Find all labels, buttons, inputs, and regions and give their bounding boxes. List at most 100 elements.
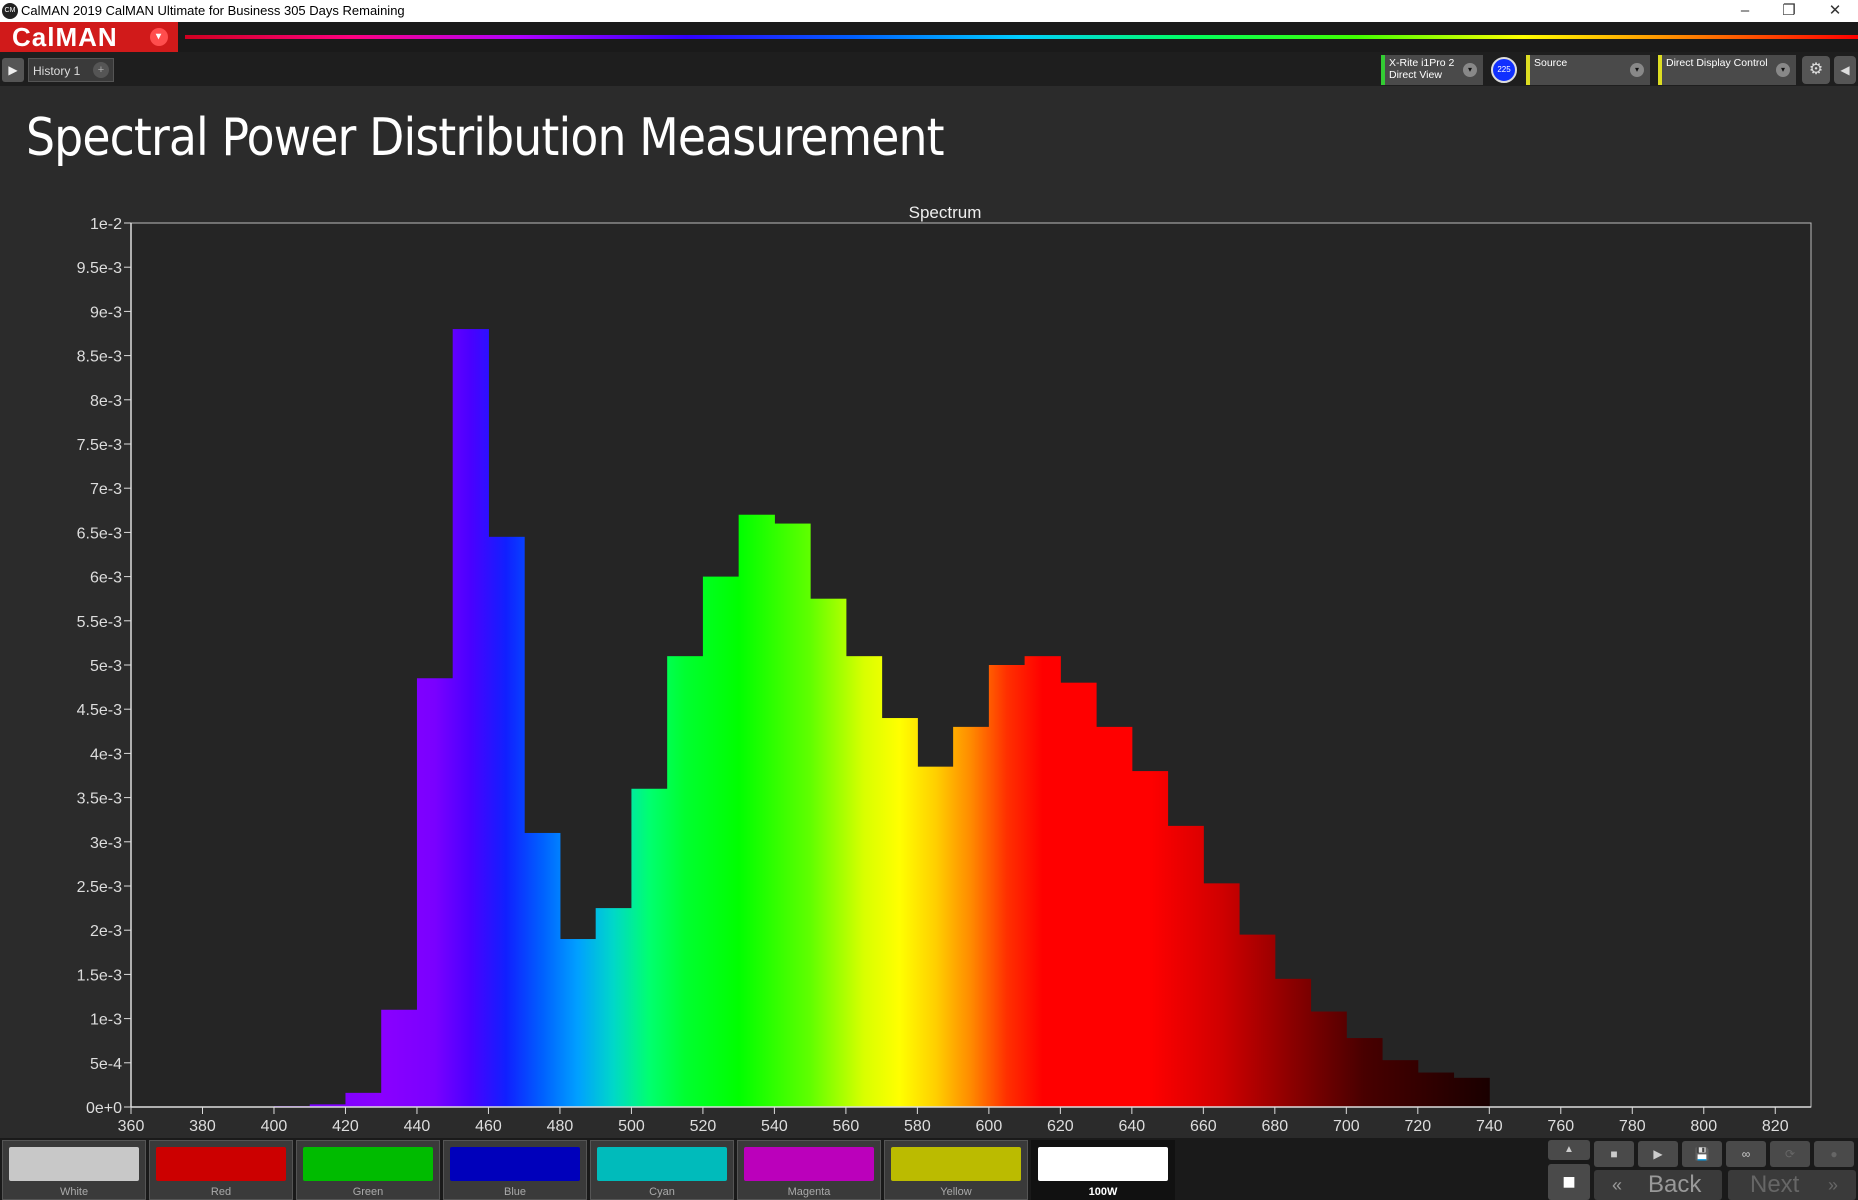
save-icon[interactable]: 💾 xyxy=(1682,1141,1722,1167)
x-tick-label: 420 xyxy=(332,1118,359,1135)
spectrum-decoration xyxy=(185,35,1858,39)
play-icon[interactable]: ▶ xyxy=(1638,1141,1678,1167)
pattern-swatch-white[interactable]: White xyxy=(2,1140,146,1200)
spectrum-bar xyxy=(1203,883,1240,1107)
y-tick-label: 1.5e-3 xyxy=(77,967,122,984)
spectrum-bar xyxy=(559,939,597,1107)
meter-selector[interactable]: X-Rite i1Pro 2 Direct View ▾ xyxy=(1381,55,1483,85)
spectrum-bar xyxy=(631,788,668,1107)
y-tick-label: 8.5e-3 xyxy=(77,349,122,366)
next-label: Next xyxy=(1750,1171,1800,1198)
y-tick-label: 7e-3 xyxy=(90,481,122,498)
record-icon[interactable]: ● xyxy=(1814,1141,1854,1167)
x-tick-label: 460 xyxy=(475,1118,502,1135)
display-selector[interactable]: Direct Display Control ▾ xyxy=(1658,55,1796,85)
next-button[interactable]: Next » xyxy=(1728,1170,1856,1200)
pattern-swatch-red[interactable]: Red xyxy=(149,1140,293,1200)
x-tick-label: 820 xyxy=(1762,1118,1789,1135)
pattern-swatch-green[interactable]: Green xyxy=(296,1140,440,1200)
x-tick-label: 480 xyxy=(547,1118,574,1135)
pattern-swatch-magenta[interactable]: Magenta xyxy=(737,1140,881,1200)
y-tick-label: 0e+0 xyxy=(86,1100,122,1117)
gear-icon[interactable]: ⚙ xyxy=(1802,56,1830,84)
spectrum-bar xyxy=(1239,934,1276,1107)
spectrum-bar xyxy=(595,908,632,1107)
swatch-color xyxy=(597,1147,727,1181)
back-button[interactable]: « Back xyxy=(1594,1170,1722,1200)
spectrum-bar xyxy=(1167,825,1204,1107)
spectrum-chart: 0e+0 5e-4 1e-3 1.5e-3 2e-3 2.5e-3 3e-3 3.5e-3 4e… xyxy=(77,203,1812,1135)
calman-menu-button[interactable]: CalMAN ▾ xyxy=(0,22,178,52)
y-tick-label: 9e-3 xyxy=(90,304,122,321)
swatch-label: 100W xyxy=(1088,1186,1118,1198)
page-title: Spectral Power Distribution Measurement xyxy=(26,108,945,168)
y-tick-label: 4e-3 xyxy=(90,746,122,763)
window-title: CalMAN 2019 CalMAN Ultimate for Business… xyxy=(21,3,405,18)
chevron-down-icon: ▾ xyxy=(1463,63,1477,77)
play-workflow-button[interactable]: ▶ xyxy=(2,58,24,82)
swatch-color xyxy=(1038,1147,1168,1181)
pattern-swatch-cyan[interactable]: Cyan xyxy=(590,1140,734,1200)
window-titlebar: CM CalMAN 2019 CalMAN Ultimate for Busin… xyxy=(0,0,1858,22)
x-tick-label: 600 xyxy=(976,1118,1003,1135)
spectrum-bar xyxy=(988,665,1026,1107)
spectrum-bar xyxy=(524,832,561,1107)
close-button[interactable]: ✕ xyxy=(1814,0,1856,22)
x-tick-label: 380 xyxy=(189,1118,216,1135)
spectrum-bar xyxy=(917,766,954,1107)
x-tick-label: 440 xyxy=(404,1118,431,1135)
x-tick-label: 800 xyxy=(1690,1118,1717,1135)
collapse-panel-button[interactable]: ◀ xyxy=(1834,56,1856,84)
x-tick-label: 400 xyxy=(261,1118,288,1135)
spectrum-bar xyxy=(345,1092,382,1107)
loop-icon[interactable]: ∞ xyxy=(1726,1141,1766,1167)
pattern-swatch-100w[interactable]: 100W xyxy=(1031,1140,1175,1200)
swatch-label: Blue xyxy=(503,1186,527,1198)
swatch-color xyxy=(744,1147,874,1181)
stop-icon[interactable]: ■ xyxy=(1594,1141,1634,1167)
swatch-label: Green xyxy=(352,1186,384,1198)
refresh-icon[interactable]: ⟳ xyxy=(1770,1141,1810,1167)
y-tick-label: 5.5e-3 xyxy=(77,614,122,631)
x-tick-label: 500 xyxy=(618,1118,645,1135)
y-tick-label: 1e-2 xyxy=(90,216,122,233)
y-tick-label: 4.5e-3 xyxy=(77,702,122,719)
stop-button[interactable]: ■ xyxy=(1548,1164,1590,1200)
tab-history-1[interactable]: History 1 + xyxy=(28,58,114,82)
swatch-label: Magenta xyxy=(787,1186,831,1198)
spectrum-bar xyxy=(1274,978,1312,1107)
add-tab-icon[interactable]: + xyxy=(93,62,109,78)
y-tick-label: 2e-3 xyxy=(90,923,122,940)
minimize-button[interactable]: – xyxy=(1724,0,1766,22)
pattern-swatch-yellow[interactable]: Yellow xyxy=(884,1140,1028,1200)
y-tick-label: 6e-3 xyxy=(90,570,122,587)
spectrum-bar xyxy=(702,576,740,1107)
spectrum-bar xyxy=(1060,682,1097,1107)
swatch-color xyxy=(450,1147,580,1181)
spectrum-bar xyxy=(1096,726,1133,1107)
swatch-color xyxy=(303,1147,433,1181)
back-arrow-icon: « xyxy=(1612,1175,1623,1195)
spectrum-bar xyxy=(1382,1060,1419,1107)
pattern-swatch-blue[interactable]: Blue xyxy=(443,1140,587,1200)
back-label: Back xyxy=(1648,1171,1702,1198)
spectrum-bar xyxy=(953,726,990,1107)
meter-badge[interactable]: 225 xyxy=(1491,57,1517,83)
chevron-down-icon: ▾ xyxy=(1776,63,1790,77)
calman-logo: CalMAN xyxy=(12,22,118,52)
spectrum-bar xyxy=(774,523,811,1107)
y-tick-label: 8e-3 xyxy=(90,393,122,410)
source-selector[interactable]: Source ▾ xyxy=(1526,55,1650,85)
spectrum-bar xyxy=(1131,771,1169,1107)
x-tick-label: 760 xyxy=(1547,1118,1574,1135)
restore-button[interactable]: ❐ xyxy=(1768,0,1810,22)
display-label: Direct Display Control xyxy=(1666,57,1768,69)
up-button[interactable]: ▲ xyxy=(1548,1140,1590,1160)
x-tick-label: 700 xyxy=(1333,1118,1360,1135)
y-tick-label: 6.5e-3 xyxy=(77,525,122,542)
y-tick-label: 3e-3 xyxy=(90,835,122,852)
source-label: Source xyxy=(1534,57,1568,69)
x-tick-label: 560 xyxy=(833,1118,860,1135)
y-tick-label: 1e-3 xyxy=(90,1012,122,1029)
spectrum-bar xyxy=(845,656,883,1107)
